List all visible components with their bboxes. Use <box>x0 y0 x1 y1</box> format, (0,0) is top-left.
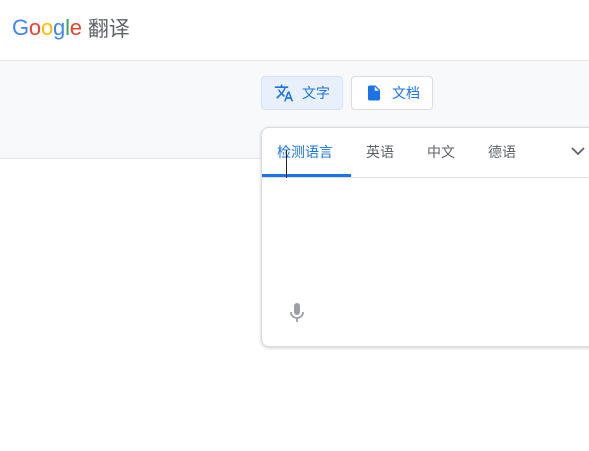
tab-label: 中文 <box>427 145 455 161</box>
source-text-input[interactable] <box>262 178 589 288</box>
logo-letter: e <box>69 15 82 40</box>
top-bar: Google 翻译 <box>0 0 589 61</box>
source-language-tabs: 检测语言 英语 中文 德语 <box>262 128 589 178</box>
text-mode-label: 文字 <box>302 86 330 102</box>
more-languages-button[interactable] <box>566 141 589 165</box>
google-translate-page: Google 翻译 文字 文档 检测语言 英语 中文 德语 <box>0 0 589 451</box>
logo-letter: G <box>12 15 29 40</box>
tab-german[interactable]: 德语 <box>488 128 516 176</box>
logo-letter: o <box>40 15 54 40</box>
microphone-icon <box>289 302 305 328</box>
document-icon <box>364 83 384 103</box>
tab-english[interactable]: 英语 <box>366 128 394 176</box>
voice-input-button[interactable] <box>286 302 308 328</box>
product-name: 翻译 <box>87 17 130 41</box>
google-translate-logo[interactable]: Google 翻译 <box>12 14 130 42</box>
tab-label: 德语 <box>488 145 516 161</box>
google-logo: Google <box>12 15 82 41</box>
document-mode-button[interactable]: 文档 <box>351 76 433 110</box>
tab-chinese[interactable]: 中文 <box>427 128 455 176</box>
document-mode-label: 文档 <box>392 86 420 102</box>
chevron-down-icon <box>570 143 586 163</box>
text-cursor <box>286 150 287 178</box>
tab-label: 英语 <box>366 145 394 161</box>
source-panel: 检测语言 英语 中文 德语 <box>261 127 589 347</box>
logo-letter: g <box>53 15 66 40</box>
translate-icon <box>274 83 294 103</box>
tab-detect-language[interactable]: 检测语言 <box>262 128 351 177</box>
text-mode-button[interactable]: 文字 <box>261 76 343 110</box>
logo-letter: o <box>28 15 41 40</box>
